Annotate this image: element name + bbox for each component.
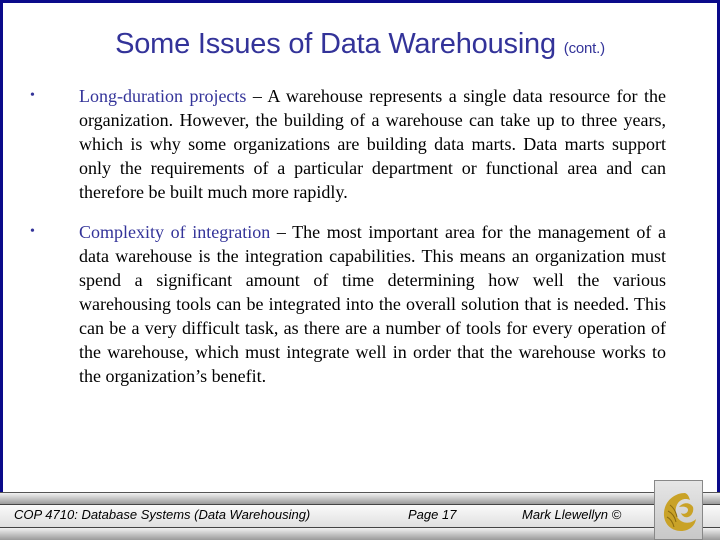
footer-page-number: Page 17 xyxy=(408,507,457,522)
footer-author: Mark Llewellyn © xyxy=(522,507,622,522)
footer-band-bottom xyxy=(0,528,720,540)
title-suffix: (cont.) xyxy=(563,40,605,57)
footer-course: COP 4710: Database Systems (Data Warehou… xyxy=(14,507,311,522)
bullet-text: Complexity of integration – The most imp… xyxy=(79,220,666,388)
footer-band-top xyxy=(0,492,720,504)
bullet-marker: • xyxy=(30,224,35,239)
bullet-text: Long-duration projects – A warehouse rep… xyxy=(79,84,666,204)
bullet-term: Complexity of integration xyxy=(79,222,271,242)
pegasus-logo-icon xyxy=(663,493,696,531)
slide-title: Some Issues of Data Warehousing (cont.) xyxy=(0,28,720,61)
bullet-term: Long-duration projects xyxy=(79,86,247,106)
bullet-body: – The most important area for the manage… xyxy=(79,222,666,386)
logo-box xyxy=(654,480,703,540)
slide-footer: COP 4710: Database Systems (Data Warehou… xyxy=(0,492,720,540)
bullet-marker: • xyxy=(30,88,35,103)
title-main: Some Issues of Data Warehousing xyxy=(115,28,556,60)
